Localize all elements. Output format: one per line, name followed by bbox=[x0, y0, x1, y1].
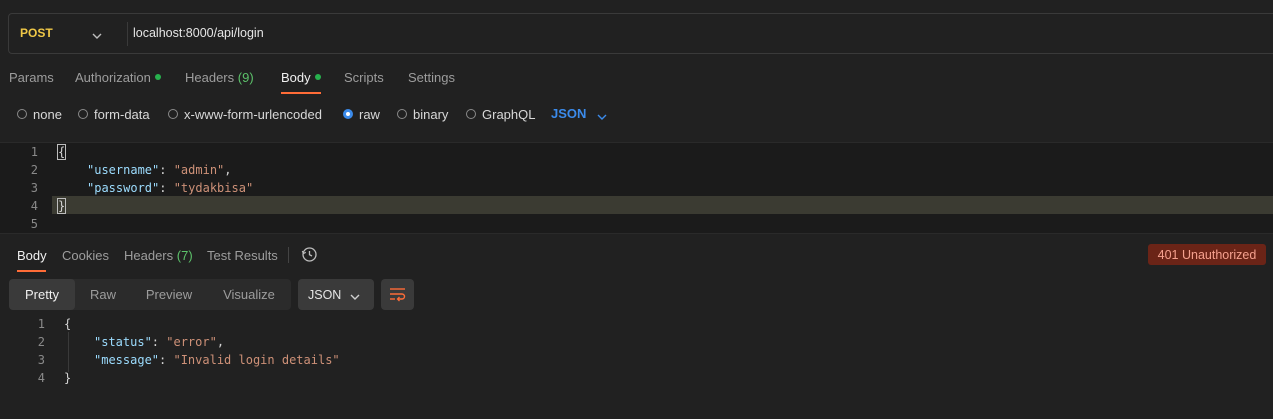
status-dot bbox=[154, 74, 161, 80]
view-mode-pretty[interactable]: Pretty bbox=[9, 279, 75, 310]
json-brace: { bbox=[56, 144, 67, 160]
tab-label: Body bbox=[281, 70, 311, 85]
current-line-highlight bbox=[52, 196, 1273, 214]
divider bbox=[127, 22, 128, 46]
radio-circle bbox=[17, 109, 27, 119]
response-format-select[interactable]: JSON bbox=[298, 279, 374, 310]
tab-label: Authorization bbox=[75, 70, 151, 85]
radio-circle bbox=[466, 109, 476, 119]
json-line: "message": "Invalid login details" bbox=[94, 353, 340, 367]
json-brace: } bbox=[56, 198, 67, 214]
line-number: 1 bbox=[37, 317, 45, 331]
radio-none[interactable]: none bbox=[17, 106, 62, 122]
view-mode-raw[interactable]: Raw bbox=[75, 279, 131, 310]
method-select[interactable]: POST bbox=[20, 26, 53, 40]
radio-circle-selected bbox=[343, 109, 353, 119]
response-tab-cookies[interactable]: Cookies bbox=[62, 248, 109, 263]
view-mode-visualize[interactable]: Visualize bbox=[207, 279, 291, 310]
json-value: "tydakbisa" bbox=[173, 181, 254, 195]
json-line: "status": "error", bbox=[94, 335, 225, 349]
response-tab-body[interactable]: Body bbox=[17, 248, 47, 263]
url-bar: POST localhost:8000/api/login bbox=[8, 13, 1273, 54]
json-line: "password": "tydakbisa" bbox=[87, 181, 254, 195]
tab-label: Headers bbox=[124, 248, 174, 263]
body-language-select[interactable]: JSON bbox=[551, 106, 586, 121]
url-input[interactable]: localhost:8000/api/login bbox=[133, 26, 264, 40]
line-number: 2 bbox=[37, 335, 45, 349]
json-value: "error" bbox=[166, 335, 217, 349]
radio-circle bbox=[397, 109, 407, 119]
wrap-lines-icon bbox=[389, 287, 406, 305]
line-number: 3 bbox=[37, 353, 45, 367]
tab-scripts[interactable]: Scripts bbox=[344, 70, 384, 85]
tab-headers[interactable]: Headers (9) bbox=[185, 70, 254, 85]
response-tab-test-results[interactable]: Test Results bbox=[207, 248, 278, 263]
radio-label: raw bbox=[359, 106, 380, 122]
divider bbox=[288, 247, 289, 263]
tab-body[interactable]: Body bbox=[281, 70, 321, 85]
radio-form-data[interactable]: form-data bbox=[78, 106, 150, 122]
tab-label: Headers bbox=[185, 70, 235, 85]
radio-label: binary bbox=[413, 106, 449, 122]
json-brace: { bbox=[64, 317, 72, 331]
json-key: "message" bbox=[94, 353, 160, 367]
radio-graphql[interactable]: GraphQL bbox=[466, 106, 536, 122]
tab-settings[interactable]: Settings bbox=[408, 70, 455, 85]
json-brace: } bbox=[64, 371, 72, 385]
format-label: JSON bbox=[308, 288, 342, 302]
radio-label: GraphQL bbox=[482, 106, 536, 122]
history-icon[interactable] bbox=[301, 246, 318, 266]
radio-label: x-www-form-urlencoded bbox=[184, 106, 322, 122]
json-key: "status" bbox=[94, 335, 152, 349]
json-line: "username": "admin", bbox=[87, 163, 232, 177]
tab-params[interactable]: Params bbox=[9, 70, 54, 85]
line-number: 5 bbox=[30, 217, 38, 231]
radio-x-www-form-urlencoded[interactable]: x-www-form-urlencoded bbox=[168, 106, 322, 122]
indent-guide bbox=[68, 332, 69, 372]
active-tab-indicator bbox=[281, 92, 321, 94]
active-tab-indicator bbox=[17, 270, 46, 272]
wrap-lines-button[interactable] bbox=[381, 279, 414, 310]
json-value: "Invalid login details" bbox=[173, 353, 340, 367]
radio-raw[interactable]: raw bbox=[343, 106, 380, 122]
chevron-down-icon[interactable] bbox=[92, 28, 102, 43]
line-number: 4 bbox=[37, 371, 45, 385]
radio-binary[interactable]: binary bbox=[397, 106, 449, 122]
line-number: 1 bbox=[30, 145, 38, 159]
headers-count: (9) bbox=[237, 70, 254, 85]
tab-authorization[interactable]: Authorization bbox=[75, 70, 161, 85]
json-value: "admin" bbox=[173, 163, 225, 177]
chevron-down-icon bbox=[350, 290, 360, 304]
radio-label: form-data bbox=[94, 106, 150, 122]
headers-count: (7) bbox=[176, 248, 193, 263]
view-mode-preview[interactable]: Preview bbox=[133, 279, 205, 310]
response-tab-headers[interactable]: Headers (7) bbox=[124, 248, 193, 263]
json-key: "username" bbox=[87, 163, 160, 177]
line-number: 3 bbox=[30, 181, 38, 195]
status-dot bbox=[314, 74, 321, 80]
radio-circle bbox=[78, 109, 88, 119]
radio-circle bbox=[168, 109, 178, 119]
chevron-down-icon[interactable] bbox=[597, 109, 607, 124]
line-number: 4 bbox=[30, 199, 38, 213]
status-badge: 401 Unauthorized bbox=[1148, 244, 1266, 265]
json-key: "password" bbox=[87, 181, 160, 195]
radio-label: none bbox=[33, 106, 62, 122]
line-number: 2 bbox=[30, 163, 38, 177]
